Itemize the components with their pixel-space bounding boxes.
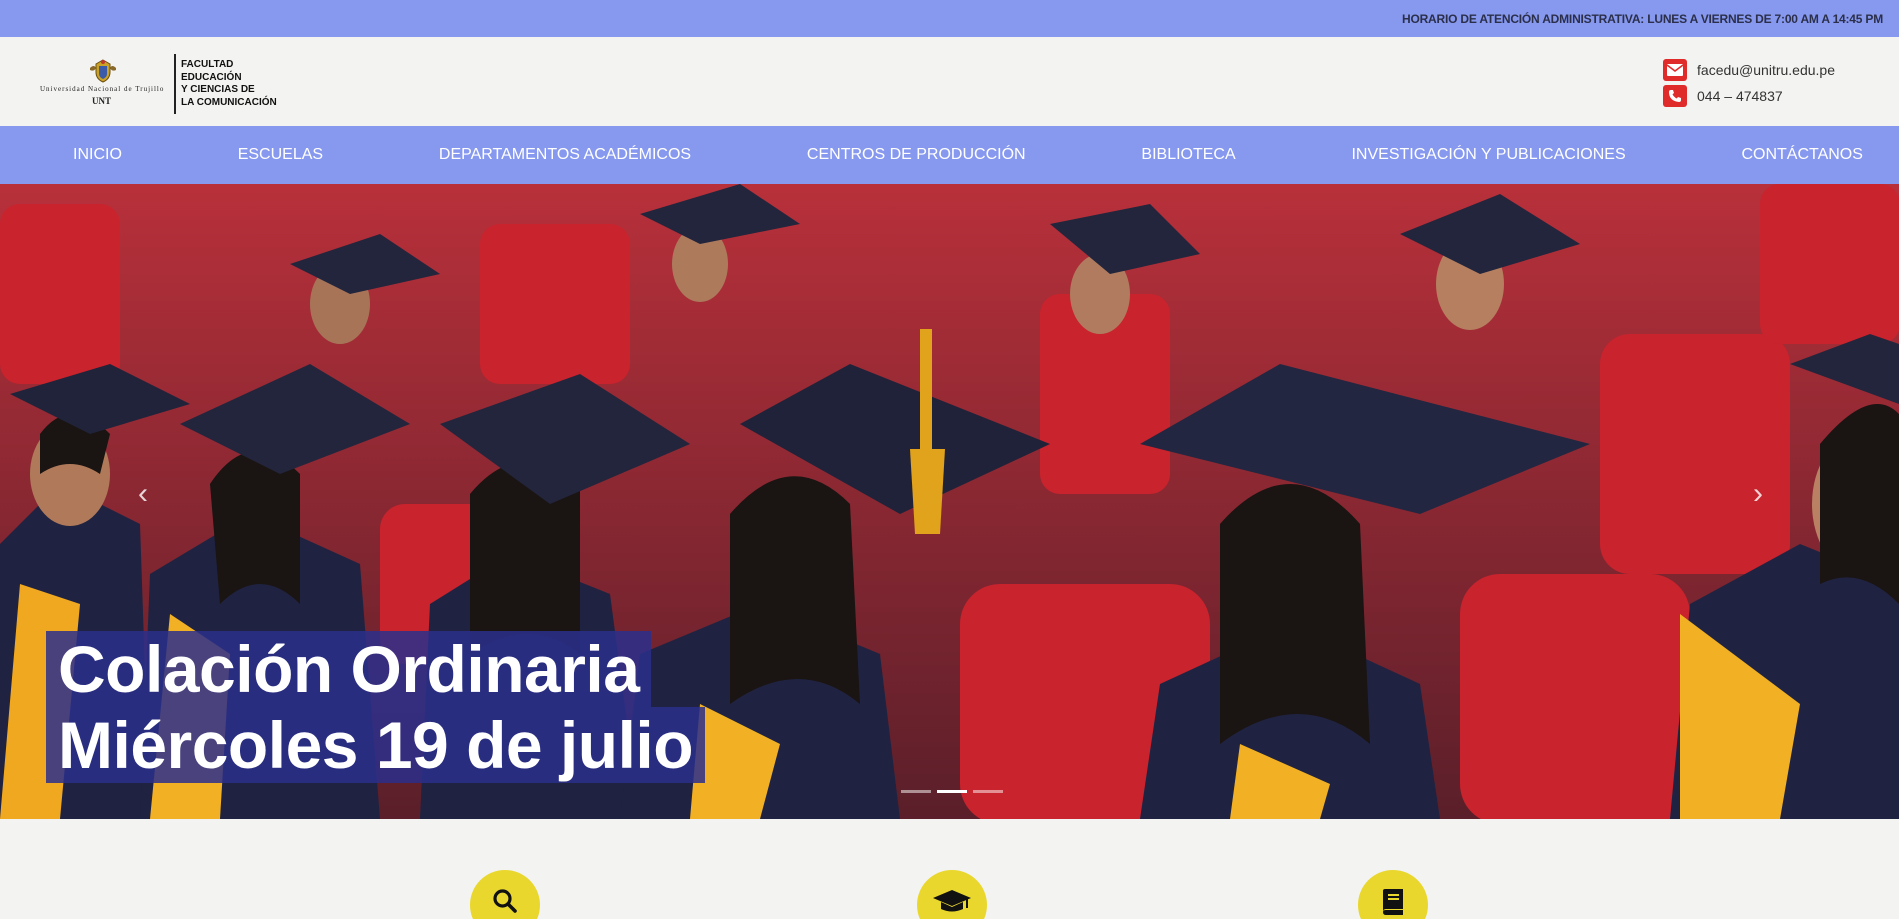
graduation-cap-icon [933,890,971,912]
nav-item-departamentos[interactable]: DEPARTAMENTOS ACADÉMICOS [439,146,691,164]
book-icon [1383,889,1403,915]
caption-line-2: Miércoles 19 de julio [46,707,706,783]
slide-caption: Colación Ordinaria Miércoles 19 de julio [46,631,706,783]
top-info-bar: HORARIO DE ATENCIÓN ADMINISTRATIVA: LUNE… [0,0,1899,37]
phone-text[interactable]: 044 – 474837 [1697,88,1783,104]
faculty-name: FACULTAD EDUCACIÓN Y CIENCIAS DE LA COMU… [181,59,277,109]
feature-search[interactable] [470,870,540,919]
search-icon [493,889,517,913]
hero-carousel: ‹ › Colación Ordinaria Miércoles 19 de j… [0,184,1899,819]
site-header: Universidad Nacional de Trujillo UNT FAC… [0,37,1899,126]
university-name: Universidad Nacional de Trujillo [40,85,165,93]
faculty-logo[interactable]: Universidad Nacional de Trujillo UNT FAC… [40,54,277,114]
faculty-line: LA COMUNICACIÓN [181,96,277,108]
carousel-indicator-active[interactable] [937,790,967,793]
caption-line-1: Colación Ordinaria [46,631,652,707]
office-hours-text: HORARIO DE ATENCIÓN ADMINISTRATIVA: LUNE… [1401,11,1883,26]
logo-divider [174,54,176,114]
email-text[interactable]: facedu@unitru.edu.pe [1697,62,1835,78]
faculty-line: EDUCACIÓN [181,71,242,83]
carousel-next-arrow[interactable]: › [1743,474,1773,514]
feature-graduation[interactable] [917,870,987,919]
faculty-line: FACULTAD [181,59,234,70]
nav-item-escuelas[interactable]: ESCUELAS [238,146,323,164]
nav-item-contactanos[interactable]: CONTÁCTANOS [1741,146,1862,164]
contact-email[interactable]: facedu@unitru.edu.pe [1663,57,1835,83]
nav-item-centros-produccion[interactable]: CENTROS DE PRODUCCIÓN [807,146,1026,164]
envelope-icon [1663,59,1688,81]
carousel-indicator[interactable] [973,790,1003,793]
university-logo: Universidad Nacional de Trujillo UNT [40,56,166,112]
carousel-prev-arrow[interactable]: ‹ [128,474,158,514]
phone-icon [1663,85,1688,107]
faculty-line: Y CIENCIAS DE [181,84,255,95]
university-emblem-icon [90,59,116,83]
contact-info: facedu@unitru.edu.pe 044 – 474837 [1663,57,1835,109]
university-abbr: UNT [92,96,112,106]
nav-item-investigacion[interactable]: INVESTIGACIÓN Y PUBLICACIONES [1351,146,1625,164]
nav-item-biblioteca[interactable]: BIBLIOTECA [1141,146,1235,164]
main-navigation: INICIO ESCUELAS DEPARTAMENTOS ACADÉMICOS… [0,126,1899,184]
nav-item-inicio[interactable]: INICIO [73,146,122,164]
feature-book[interactable] [1358,870,1428,919]
features-section [0,819,1899,919]
carousel-indicators [901,790,1003,793]
contact-phone[interactable]: 044 – 474837 [1663,83,1835,109]
carousel-indicator[interactable] [901,790,931,793]
